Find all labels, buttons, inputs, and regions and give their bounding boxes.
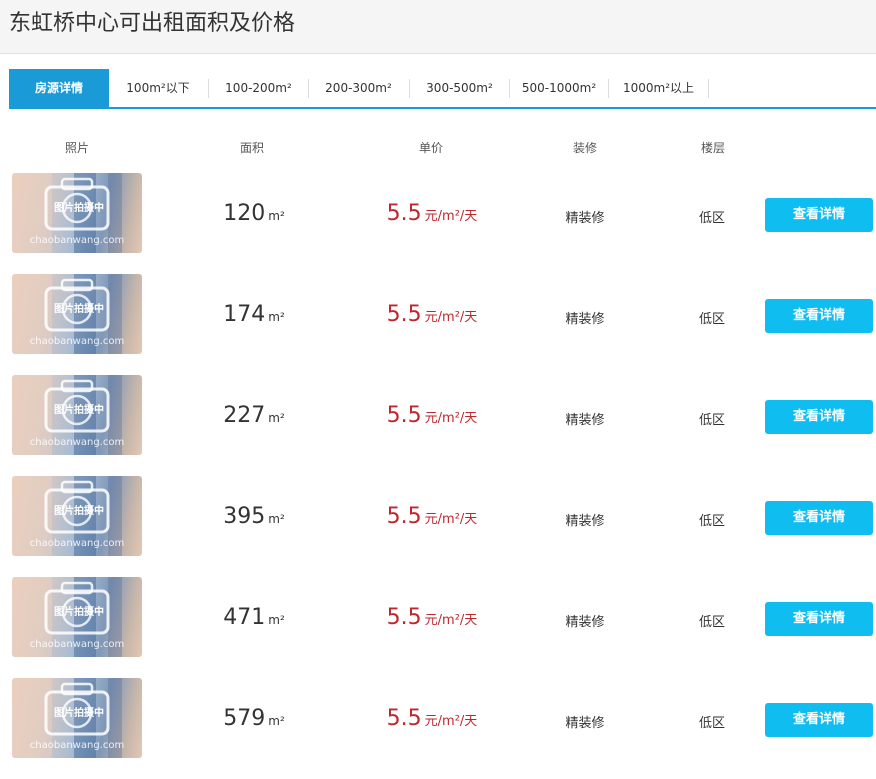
listing-decoration: 精装修: [565, 615, 605, 630]
listing-area: 120 m²: [212, 201, 296, 226]
listing-decoration: 精装修: [565, 514, 605, 529]
photo-pending-label: 图片拍摄中: [54, 304, 104, 315]
listing-area: 579 m²: [212, 706, 296, 731]
listing-decoration: 精装修: [565, 211, 605, 226]
price-unit: 元/m²/天: [424, 512, 478, 527]
price-value: 5.5: [386, 706, 422, 731]
price-unit: 元/m²/天: [424, 714, 478, 729]
tab-over-1000[interactable]: 1000m²以上: [609, 69, 708, 107]
listing-photo[interactable]: 图片拍摄中 chaobanwang.com: [12, 375, 142, 455]
listing-row: 图片拍摄中 chaobanwang.com 579 m² 5.5 元/m²/天 精装修 低区 查…: [0, 678, 876, 779]
price-unit: 元/m²/天: [424, 310, 478, 325]
area-value: 471: [223, 605, 266, 630]
listing-row: 图片拍摄中 chaobanwang.com 395 m² 5.5 元/m²/天 精装修 低区 查…: [0, 476, 876, 577]
price-unit: 元/m²/天: [424, 613, 478, 628]
area-unit: m²: [268, 512, 285, 526]
price-value: 5.5: [386, 302, 422, 327]
photo-watermark: chaobanwang.com: [29, 639, 125, 650]
listing-photo[interactable]: 图片拍摄中 chaobanwang.com: [12, 274, 142, 354]
listing-photo[interactable]: 图片拍摄中 chaobanwang.com: [12, 577, 142, 657]
tab-300-500[interactable]: 300-500m²: [410, 69, 509, 107]
listing-photo[interactable]: 图片拍摄中 chaobanwang.com: [12, 678, 142, 758]
price-unit: 元/m²/天: [424, 411, 478, 426]
listing-floor: 低区: [698, 413, 725, 428]
listing-row: 图片拍摄中 chaobanwang.com 471 m² 5.5 元/m²/天 精装修 低区 查…: [0, 577, 876, 678]
photo-watermark: chaobanwang.com: [29, 336, 125, 347]
page-title: 东虹桥中心可出租面积及价格: [9, 11, 296, 36]
area-unit: m²: [268, 714, 285, 728]
listing-price: 5.5 元/m²/天: [372, 201, 492, 226]
listing-price: 5.5 元/m²/天: [372, 403, 492, 428]
listing-row: 图片拍摄中 chaobanwang.com 120 m² 5.5 元/m²/天 精装修 低区 查…: [0, 173, 876, 274]
listing-floor: 低区: [698, 615, 725, 630]
column-header-price: 单价: [418, 141, 443, 155]
photo-pending-label: 图片拍摄中: [54, 203, 104, 214]
area-value: 395: [223, 504, 266, 529]
view-details-button[interactable]: 查看详情: [765, 501, 873, 535]
price-unit: 元/m²/天: [424, 209, 478, 224]
listing-row: 图片拍摄中 chaobanwang.com 227 m² 5.5 元/m²/天 精装修 低区 查…: [0, 375, 876, 476]
view-details-button[interactable]: 查看详情: [765, 602, 873, 636]
listing-decoration: 精装修: [565, 413, 605, 428]
listing-floor: 低区: [698, 211, 725, 226]
column-header-floor: 楼层: [700, 141, 725, 155]
listing-area: 174 m²: [212, 302, 296, 327]
view-details-button[interactable]: 查看详情: [765, 703, 873, 737]
listing-price: 5.5 元/m²/天: [372, 504, 492, 529]
area-value: 579: [223, 706, 266, 731]
price-value: 5.5: [386, 504, 422, 529]
area-value: 227: [223, 403, 266, 428]
tab-bar: 房源详情 100m²以下 100-200m² 200-300m² 300-500…: [9, 69, 876, 109]
tab-500-1000[interactable]: 500-1000m²: [510, 69, 608, 107]
listing-price: 5.5 元/m²/天: [372, 302, 492, 327]
column-header-area: 面积: [239, 141, 264, 155]
listing-price: 5.5 元/m²/天: [372, 706, 492, 731]
area-unit: m²: [268, 310, 285, 324]
listing-decoration: 精装修: [565, 312, 605, 327]
listing-floor: 低区: [698, 716, 725, 731]
price-value: 5.5: [386, 403, 422, 428]
view-details-button[interactable]: 查看详情: [765, 299, 873, 333]
photo-pending-label: 图片拍摄中: [54, 506, 104, 517]
photo-pending-label: 图片拍摄中: [54, 708, 104, 719]
area-unit: m²: [268, 613, 285, 627]
photo-pending-label: 图片拍摄中: [54, 607, 104, 618]
column-header-decoration: 装修: [572, 141, 597, 155]
tab-listing-details[interactable]: 房源详情: [9, 69, 109, 107]
listing-area: 227 m²: [212, 403, 296, 428]
photo-watermark: chaobanwang.com: [29, 740, 125, 751]
listing-floor: 低区: [698, 514, 725, 529]
tab-100-200[interactable]: 100-200m²: [209, 69, 308, 107]
price-value: 5.5: [386, 605, 422, 630]
listing-row: 图片拍摄中 chaobanwang.com 174 m² 5.5 元/m²/天 精装修 低区 查…: [0, 274, 876, 375]
photo-pending-label: 图片拍摄中: [54, 405, 104, 416]
listing-decoration: 精装修: [565, 716, 605, 731]
photo-watermark: chaobanwang.com: [29, 437, 125, 448]
listing-photo[interactable]: 图片拍摄中 chaobanwang.com: [12, 173, 142, 253]
tab-200-300[interactable]: 200-300m²: [309, 69, 408, 107]
view-details-button[interactable]: 查看详情: [765, 198, 873, 232]
area-value: 120: [223, 201, 266, 226]
listing-area: 471 m²: [212, 605, 296, 630]
view-details-button[interactable]: 查看详情: [765, 400, 873, 434]
photo-watermark: chaobanwang.com: [29, 235, 125, 246]
listing-photo[interactable]: 图片拍摄中 chaobanwang.com: [12, 476, 142, 556]
column-header-photo: 照片: [64, 141, 89, 155]
area-unit: m²: [268, 411, 285, 425]
tab-under-100[interactable]: 100m²以下: [109, 69, 207, 107]
listing-area: 395 m²: [212, 504, 296, 529]
area-unit: m²: [268, 209, 285, 223]
page-header: 东虹桥中心可出租面积及价格: [0, 0, 876, 54]
price-value: 5.5: [386, 201, 422, 226]
listing-price: 5.5 元/m²/天: [372, 605, 492, 630]
photo-watermark: chaobanwang.com: [29, 538, 125, 549]
listing-floor: 低区: [698, 312, 725, 327]
area-value: 174: [223, 302, 266, 327]
tab-divider: [708, 79, 709, 98]
